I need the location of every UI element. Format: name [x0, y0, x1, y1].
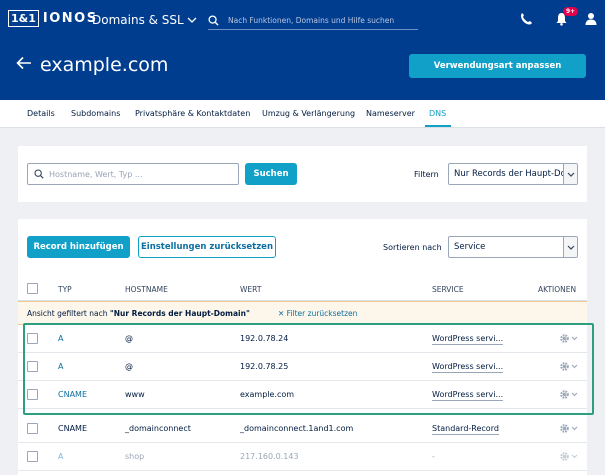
record-service[interactable]: Standard-Record	[432, 424, 499, 435]
chevron-down-icon	[187, 17, 197, 23]
user-icon[interactable]	[585, 12, 597, 28]
record-type: CNAME	[58, 424, 87, 433]
add-record-button[interactable]: Record hinzufügen	[27, 236, 130, 258]
tab-dns[interactable]: DNS	[429, 109, 446, 118]
gear-icon[interactable]	[559, 451, 579, 464]
sort-select[interactable]: Service	[448, 236, 578, 258]
filter-notice: Ansicht gefiltert nach "Nur Records der …	[18, 301, 587, 325]
select-all-checkbox[interactable]	[27, 283, 38, 294]
tab-bar: Details Subdomains Privatsphäre & Kontak…	[0, 100, 605, 128]
highlight-box	[23, 323, 594, 415]
chevron-down-icon	[563, 164, 577, 184]
notification-badge: 9+	[563, 7, 579, 16]
tab-subdomains[interactable]: Subdomains	[71, 109, 120, 118]
record-search-input[interactable]	[49, 169, 229, 179]
search-icon	[34, 169, 44, 179]
notifications-bell[interactable]: 9+	[555, 7, 579, 29]
gear-icon[interactable]	[559, 423, 579, 436]
filter-label: Filtern	[414, 170, 439, 179]
column-actions: AKTIONEN	[538, 285, 577, 294]
product-menu[interactable]: Domains & SSL	[92, 13, 197, 27]
tab-nameserver[interactable]: Nameserver	[366, 109, 415, 118]
tab-transfer[interactable]: Umzug & Verlängerung	[262, 109, 355, 118]
top-bar: 1&1 IONOS Domains & SSL 9+	[0, 0, 605, 40]
product-label: Domains & SSL	[92, 13, 184, 27]
filter-select-value: Nur Records der Haupt-Do	[454, 169, 566, 179]
record-value: _domainconnect.1and1.com	[240, 424, 354, 433]
record-hostname: shop	[125, 452, 145, 461]
record-type[interactable]: A	[58, 452, 63, 461]
record-service: -	[432, 452, 435, 461]
table-row: CNAME _domainconnect _domainconnect.1and…	[18, 415, 587, 443]
search-button[interactable]: Suchen	[245, 163, 297, 185]
filter-notice-text: Ansicht gefiltert nach "Nur Records der …	[27, 309, 250, 318]
table-row: A shop 217.160.0.143 -	[18, 443, 587, 471]
reset-settings-button[interactable]: Einstellungen zurücksetzen	[138, 236, 276, 258]
page-title: example.com	[40, 54, 169, 76]
sort-select-value: Service	[454, 242, 486, 252]
back-arrow-icon[interactable]	[16, 56, 32, 73]
filter-notice-prefix: Ansicht gefiltert nach	[27, 309, 110, 318]
row-checkbox[interactable]	[27, 451, 38, 462]
column-service: SERVICE	[432, 285, 464, 294]
tab-details[interactable]: Details	[27, 109, 55, 118]
record-search	[27, 163, 239, 185]
table-header: TYP HOSTNAME WERT SERVICE AKTIONEN	[18, 277, 587, 301]
global-search	[208, 11, 418, 30]
reset-filter-label: Filter zurücksetzen	[286, 309, 358, 318]
chevron-down-icon	[563, 237, 577, 257]
tab-privacy[interactable]: Privatsphäre & Kontaktdaten	[135, 109, 250, 118]
page-header: example.com Verwendungsart anpassen	[0, 40, 605, 100]
record-hostname: _domainconnect	[125, 424, 191, 433]
logo-text: IONOS	[42, 11, 98, 26]
search-panel: Suchen Filtern Nur Records der Haupt-Do	[18, 146, 587, 202]
global-search-input[interactable]	[228, 15, 408, 25]
search-icon[interactable]	[208, 14, 219, 26]
column-hostname: HOSTNAME	[125, 285, 168, 294]
active-tab-indicator	[425, 125, 451, 127]
usage-type-button[interactable]: Verwendungsart anpassen	[409, 54, 586, 78]
column-value: WERT	[240, 285, 262, 294]
filter-select[interactable]: Nur Records der Haupt-Do	[448, 163, 578, 185]
phone-icon[interactable]	[519, 12, 533, 29]
logo[interactable]: 1&1 IONOS	[8, 10, 98, 27]
filter-notice-value: "Nur Records der Haupt-Domain"	[109, 309, 250, 318]
row-checkbox[interactable]	[27, 423, 38, 434]
column-type: TYP	[58, 285, 72, 294]
reset-filter-link[interactable]: ✕ Filter zurücksetzen	[278, 309, 357, 318]
sort-label: Sortieren nach	[383, 243, 442, 252]
logo-mark: 1&1	[8, 10, 39, 27]
record-value: 217.160.0.143	[240, 452, 299, 461]
